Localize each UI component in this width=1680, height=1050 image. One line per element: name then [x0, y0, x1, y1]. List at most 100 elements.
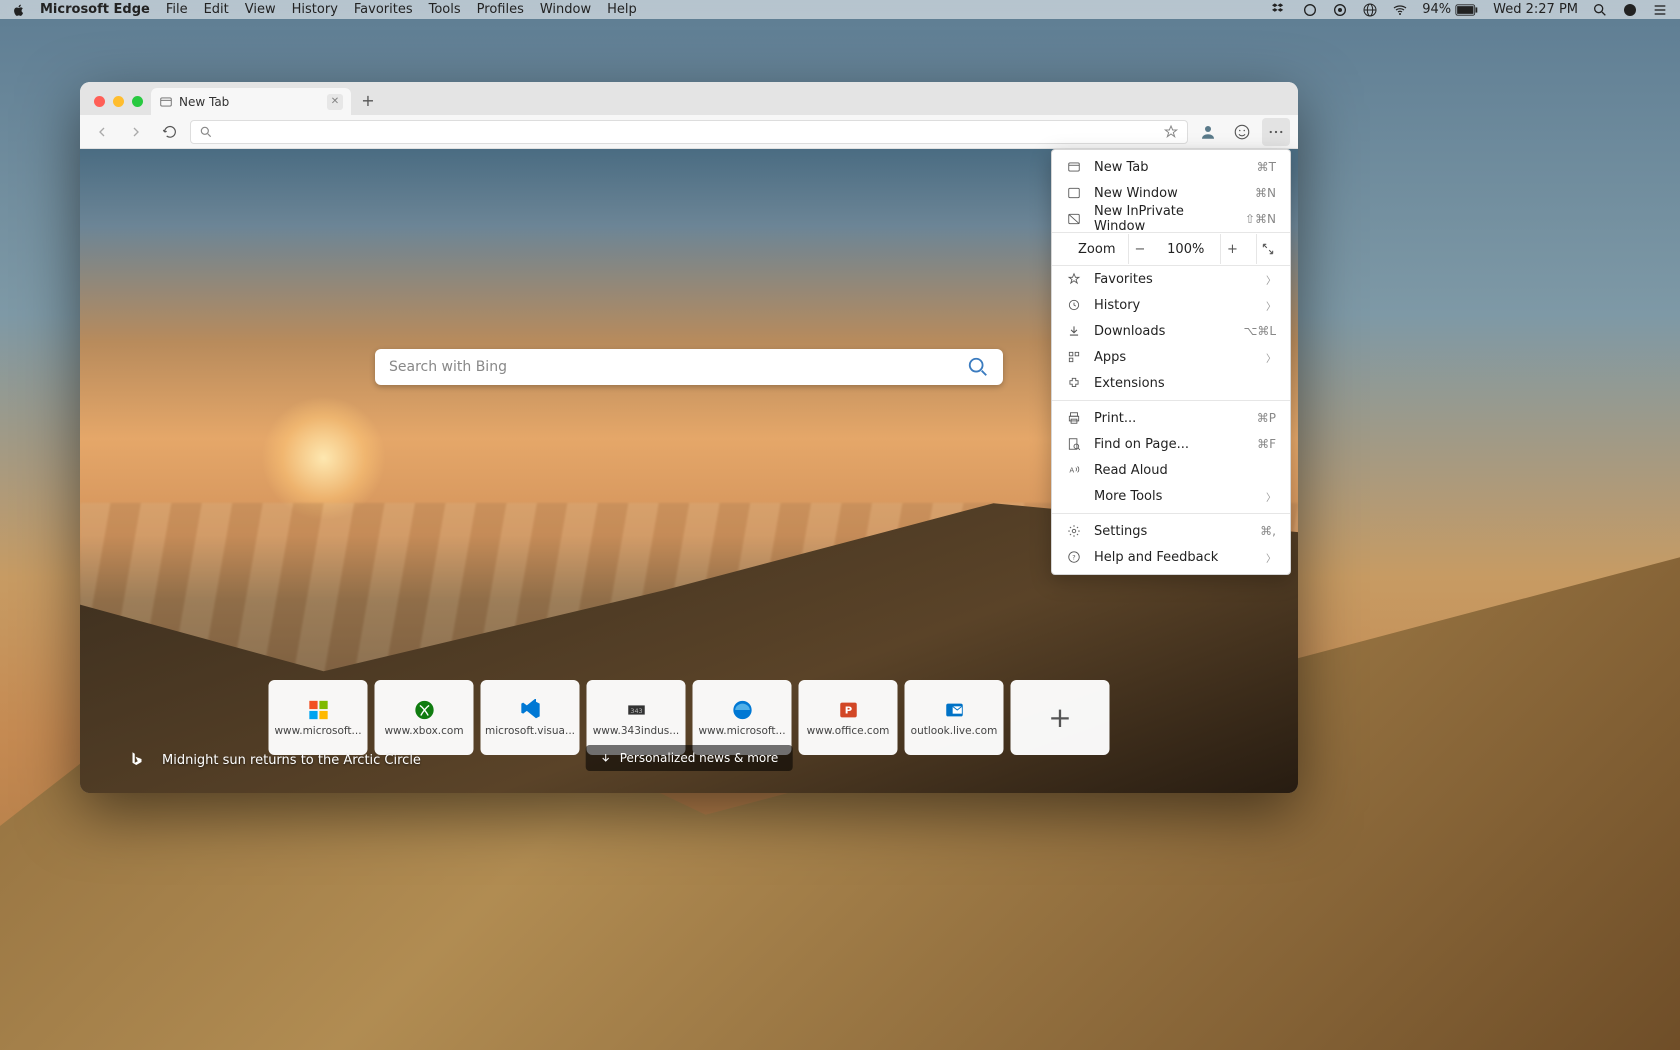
window-zoom-button[interactable] [132, 96, 143, 107]
bing-headline[interactable]: Midnight sun returns to the Arctic Circl… [128, 750, 421, 770]
zoom-in-button[interactable]: + [1220, 234, 1244, 264]
dropbox-icon[interactable] [1272, 2, 1288, 18]
zoom-label: Zoom [1078, 242, 1115, 257]
wifi-icon[interactable] [1392, 2, 1408, 18]
menu-favorites[interactable]: Favorites [354, 2, 413, 17]
menu-new-inprivate-window[interactable]: New InPrivate Window ⇧⌘N [1052, 206, 1290, 232]
menu-shortcut: ⌥⌘L [1243, 324, 1276, 338]
battery-percent: 94% [1422, 2, 1451, 17]
menu-favorites[interactable]: Favorites 〉 [1052, 266, 1290, 292]
svg-text:?: ? [1072, 553, 1075, 561]
gear-icon [1066, 524, 1082, 538]
ms-logo-icon [307, 699, 329, 721]
favorites-icon [1066, 272, 1082, 286]
battery-status[interactable]: 94% [1422, 2, 1479, 17]
xbox-icon [413, 699, 435, 721]
chevron-right-icon: 〉 [1266, 489, 1276, 504]
chevron-right-icon: 〉 [1266, 550, 1276, 565]
menu-label: Downloads [1094, 324, 1165, 339]
window-close-button[interactable] [94, 96, 105, 107]
menu-more-tools[interactable]: More Tools 〉 [1052, 483, 1290, 509]
apple-menu-icon[interactable] [12, 3, 26, 17]
personalized-news-button[interactable]: Personalized news & more [586, 745, 793, 771]
menu-extensions[interactable]: Extensions [1052, 370, 1290, 396]
top-site-tile[interactable]: microsoft.visua... [481, 680, 580, 755]
apps-icon [1066, 350, 1082, 364]
bing-search-box[interactable]: Search with Bing [375, 349, 1003, 385]
add-site-tile[interactable]: + [1011, 680, 1110, 755]
tab-strip: New Tab ✕ + [80, 82, 1298, 115]
top-site-tile[interactable]: www.microsoft... [269, 680, 368, 755]
menu-new-tab[interactable]: New Tab ⌘T [1052, 154, 1290, 180]
address-bar[interactable] [190, 120, 1188, 144]
find-icon [1066, 437, 1082, 451]
tab-close-button[interactable]: ✕ [327, 94, 343, 110]
browser-tab[interactable]: New Tab ✕ [151, 88, 351, 115]
history-icon [1066, 298, 1082, 312]
fullscreen-button[interactable] [1256, 234, 1280, 264]
control-center-icon[interactable] [1652, 2, 1668, 18]
new-tab-button[interactable]: + [355, 87, 381, 113]
menu-label: More Tools [1094, 489, 1162, 504]
window-minimize-button[interactable] [113, 96, 124, 107]
top-site-tile[interactable]: www.xbox.com [375, 680, 474, 755]
search-icon [199, 125, 213, 139]
menu-history[interactable]: History 〉 [1052, 292, 1290, 318]
menu-view[interactable]: View [245, 2, 276, 17]
edge-icon [731, 699, 753, 721]
plus-icon: + [1048, 701, 1071, 734]
menu-settings[interactable]: Settings ⌘, [1052, 518, 1290, 544]
menu-label: Favorites [1094, 272, 1153, 287]
menu-downloads[interactable]: Downloads ⌥⌘L [1052, 318, 1290, 344]
back-button[interactable] [88, 118, 116, 146]
menu-shortcut: ⌘T [1257, 160, 1276, 174]
menu-shortcut: ⇧⌘N [1245, 212, 1276, 226]
siri-icon[interactable] [1622, 2, 1638, 18]
zoom-value: 100% [1164, 242, 1208, 257]
top-site-tile[interactable]: outlook.live.com [905, 680, 1004, 755]
spotlight-icon[interactable] [1592, 2, 1608, 18]
new-tab-icon [1066, 160, 1082, 174]
menu-read-aloud[interactable]: A Read Aloud [1052, 457, 1290, 483]
forward-button[interactable] [122, 118, 150, 146]
status-icon-2[interactable] [1332, 2, 1348, 18]
menu-file[interactable]: File [166, 2, 188, 17]
menu-window[interactable]: Window [540, 2, 591, 17]
menu-history[interactable]: History [292, 2, 338, 17]
menu-find-on-page[interactable]: Find on Page... ⌘F [1052, 431, 1290, 457]
macos-menubar: Microsoft Edge File Edit View History Fa… [0, 0, 1680, 19]
menubar-clock[interactable]: Wed 2:27 PM [1493, 2, 1578, 17]
menu-new-window[interactable]: New Window ⌘N [1052, 180, 1290, 206]
new-window-icon [1066, 186, 1082, 200]
top-sites-tiles: www.microsoft... www.xbox.com microsoft.… [269, 680, 1110, 755]
settings-and-more-button[interactable] [1262, 118, 1290, 146]
menu-help[interactable]: Help [607, 2, 637, 17]
profile-button[interactable] [1194, 118, 1222, 146]
top-site-tile[interactable]: P www.office.com [799, 680, 898, 755]
menu-print[interactable]: Print... ⌘P [1052, 405, 1290, 431]
search-submit-icon[interactable] [967, 356, 989, 378]
menubar-app-name[interactable]: Microsoft Edge [40, 2, 150, 17]
news-pill-label: Personalized news & more [620, 751, 779, 765]
read-aloud-icon: A [1066, 463, 1082, 477]
smiley-feedback-button[interactable] [1228, 118, 1256, 146]
menu-apps[interactable]: Apps 〉 [1052, 344, 1290, 370]
globe-icon[interactable] [1362, 2, 1378, 18]
menu-profiles[interactable]: Profiles [477, 2, 524, 17]
menu-label: New Tab [1094, 160, 1149, 175]
top-site-tile[interactable]: 343 www.343indus... [587, 680, 686, 755]
top-site-tile[interactable]: www.microsoft... [693, 680, 792, 755]
menu-tools[interactable]: Tools [429, 2, 461, 17]
menu-shortcut: ⌘, [1260, 524, 1276, 538]
zoom-out-button[interactable]: − [1128, 234, 1152, 264]
favorite-star-icon[interactable] [1163, 124, 1179, 140]
refresh-button[interactable] [156, 118, 184, 146]
status-icon-1[interactable] [1302, 2, 1318, 18]
menu-label: Find on Page... [1094, 437, 1189, 452]
menu-label: Print... [1094, 411, 1136, 426]
inprivate-icon [1066, 212, 1082, 226]
menu-zoom-row: Zoom − 100% + [1052, 232, 1290, 266]
menu-edit[interactable]: Edit [204, 2, 229, 17]
menu-help-and-feedback[interactable]: ? Help and Feedback 〉 [1052, 544, 1290, 570]
menu-label: New Window [1094, 186, 1178, 201]
